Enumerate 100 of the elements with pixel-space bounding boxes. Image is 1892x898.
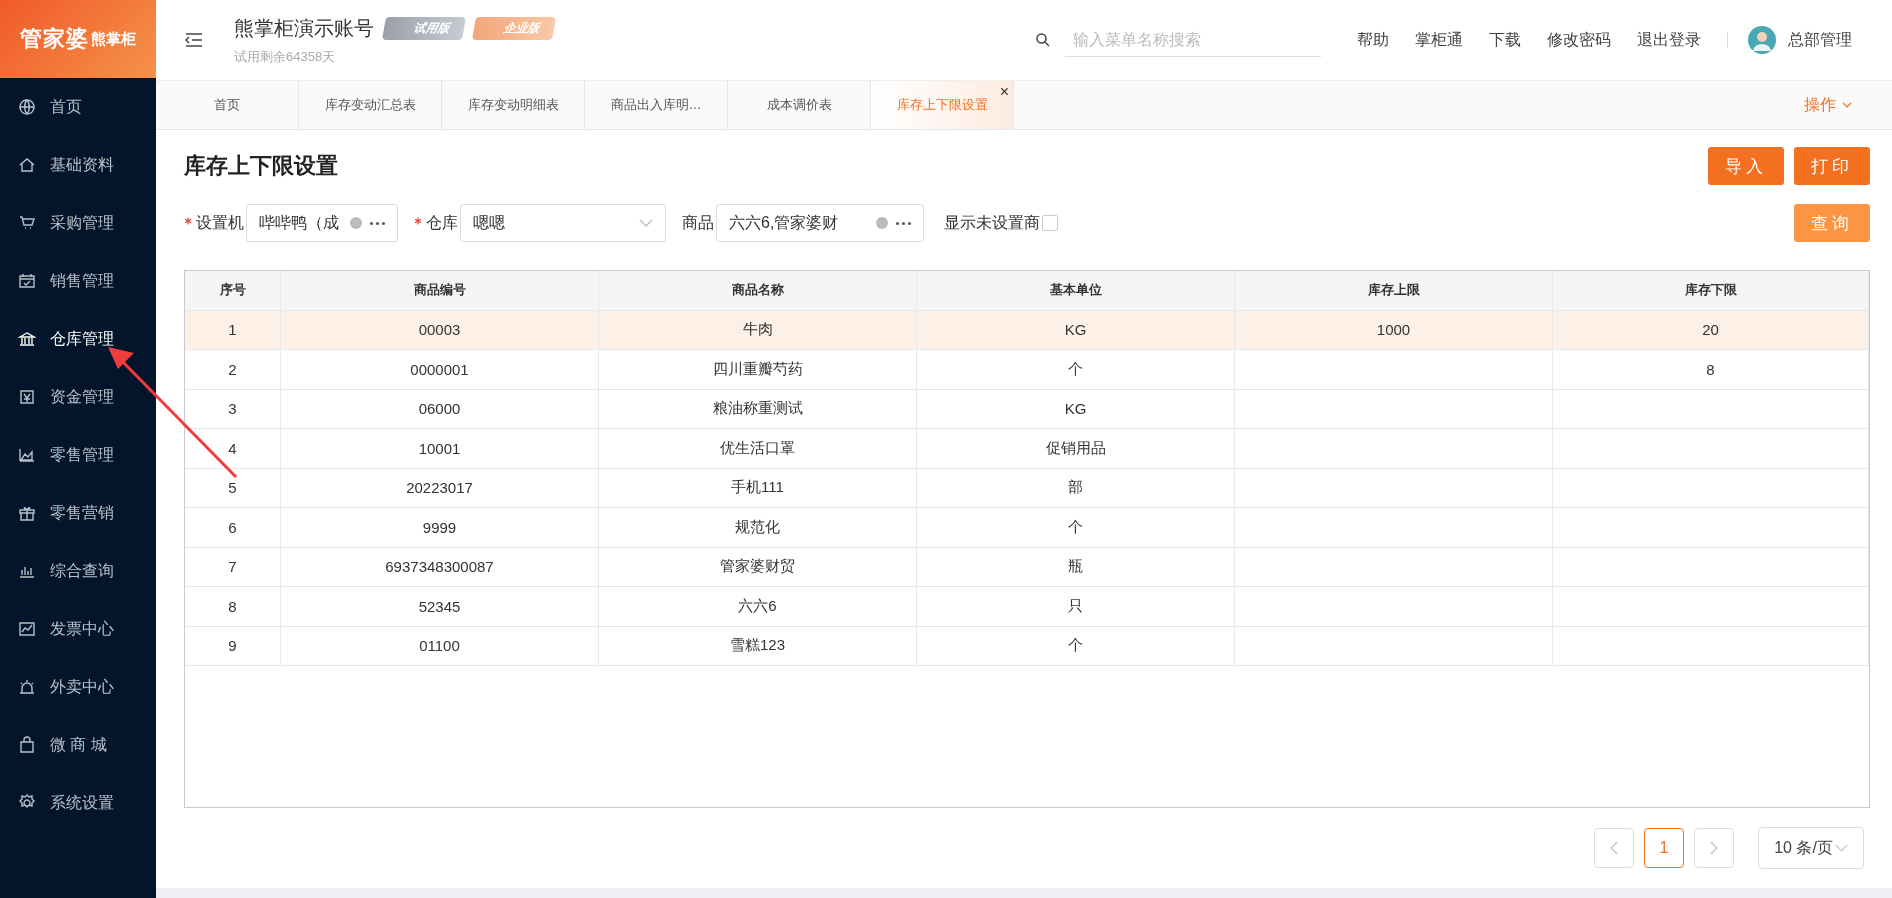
column-header: 序号 (185, 271, 281, 310)
table-cell: 1 (228, 321, 237, 339)
table-cell: 20223017 (406, 479, 473, 497)
table-cell: 7 (228, 558, 237, 576)
sidebar-item[interactable]: 资金管理 (0, 368, 156, 426)
logo-brand: 管家婆 (20, 25, 89, 53)
column-header: 库存上限 (1235, 271, 1553, 310)
table-cell: 管家婆财贸 (720, 557, 795, 577)
table-cell: 雪糕123 (730, 636, 785, 656)
sidebar-item[interactable]: 零售营销 (0, 484, 156, 542)
column-header: 商品编号 (281, 271, 599, 310)
table-row[interactable]: 4 10001 优生活口罩 促销用品 (185, 429, 1869, 469)
page-tab[interactable]: 商品出入库明… (585, 81, 728, 129)
sidebar-item[interactable]: 综合查询 (0, 542, 156, 600)
sidebar-item[interactable]: 外卖中心 (0, 658, 156, 716)
table-cell: 6937348300087 (385, 558, 494, 576)
avatar-icon[interactable] (1748, 26, 1776, 54)
header-link[interactable]: 修改密码 (1547, 29, 1611, 51)
line-chart-icon (18, 620, 36, 638)
page-tab[interactable]: 首页 (156, 81, 299, 129)
table-cell: 个 (1068, 359, 1083, 379)
table-cell: 粮油称重测试 (712, 399, 803, 419)
close-tab-button[interactable]: × (999, 83, 1009, 101)
column-header: 基本单位 (917, 271, 1235, 310)
column-header: 库存下限 (1553, 271, 1869, 310)
table-cell: 0000001 (410, 360, 469, 378)
table-cell: 手机111 (731, 478, 784, 498)
edition-badge: 企业版 (471, 16, 557, 40)
table-row[interactable]: 6 9999 规范化 个 (185, 508, 1869, 548)
table-cell: 部 (1068, 478, 1083, 498)
table-row[interactable]: 1 00003 牛肉 KG 1000 20 (185, 310, 1869, 350)
page-tab[interactable]: 库存变动汇总表 (299, 81, 442, 129)
table-cell: 8 (228, 597, 237, 615)
header-link[interactable]: 帮助 (1357, 29, 1389, 51)
header-link[interactable]: 退出登录 (1637, 29, 1701, 51)
table-cell: 1000 (1376, 321, 1411, 339)
header-link[interactable]: 掌柜通 (1415, 29, 1463, 51)
table-cell: 促销用品 (1045, 438, 1106, 458)
warehouse-dropdown[interactable]: 嗯嗯 (460, 204, 666, 242)
bank-icon (18, 330, 36, 348)
table-row[interactable]: 9 01100 雪糕123 个 (185, 626, 1869, 666)
clear-icon (876, 217, 888, 229)
table-row[interactable]: 3 06000 粮油称重测试 KG (185, 389, 1869, 429)
checkbox[interactable] (1042, 215, 1058, 231)
chevron-left-icon (1610, 841, 1618, 855)
calendar-icon (18, 272, 36, 290)
search-icon[interactable] (1035, 32, 1051, 48)
sidebar-item[interactable]: 仓库管理 (0, 310, 156, 368)
page-tab[interactable]: 库存上下限设置 × (871, 81, 1014, 129)
field-label: 商品 (682, 212, 714, 233)
field-label: 设置机 (184, 212, 244, 234)
page-size-dropdown[interactable]: 10 条/页 (1758, 827, 1864, 869)
table-cell: 9999 (422, 518, 457, 536)
chevron-down-icon (639, 219, 653, 227)
column-header: 商品名称 (599, 271, 917, 310)
product-field[interactable]: 六六6,管家婆财 (716, 204, 924, 242)
chevron-down-icon (1834, 844, 1848, 852)
table-cell: 牛肉 (742, 320, 773, 340)
gift-icon (18, 504, 36, 522)
table-cell: 4 (228, 439, 237, 457)
sidebar-item[interactable]: 零售管理 (0, 426, 156, 484)
table-cell: KG (1064, 321, 1087, 339)
table-cell: 四川重瓣芍药 (712, 359, 803, 379)
more-icon[interactable] (896, 221, 911, 225)
table-row[interactable]: 2 0000001 四川重瓣芍药 个 8 (185, 350, 1869, 390)
table-cell: 瓶 (1068, 557, 1083, 577)
bag-icon (18, 736, 36, 754)
chevron-right-icon (1710, 841, 1718, 855)
account-name: 熊掌柜演示账号 (234, 15, 374, 41)
table-cell: 只 (1068, 596, 1083, 616)
required-mark-icon (414, 217, 422, 226)
table-cell: 优生活口罩 (720, 438, 795, 458)
table-cell: KG (1064, 400, 1087, 418)
menu-icon[interactable] (184, 32, 204, 48)
table-cell: 20 (1702, 321, 1719, 339)
organization-field[interactable]: 哔哔鸭（成 (246, 204, 398, 242)
table-row[interactable]: 5 20223017 手机111 部 (185, 468, 1869, 508)
yen-icon (18, 388, 36, 406)
logo-subtitle: 熊掌柜 (91, 29, 136, 49)
area-chart-icon (18, 446, 36, 464)
sidebar-item[interactable]: 微 商 城 (0, 716, 156, 774)
table-cell: 5 (228, 479, 237, 497)
more-icon[interactable] (370, 221, 385, 225)
sidebar-item[interactable]: 销售管理 (0, 252, 156, 310)
table-row[interactable]: 7 6937348300087 管家婆财贸 瓶 (185, 547, 1869, 587)
user-name[interactable]: 总部管理 (1788, 29, 1852, 51)
cart-icon (18, 214, 36, 232)
header-link[interactable]: 下载 (1489, 29, 1521, 51)
field-label: 显示未设置商 (944, 212, 1040, 233)
sidebar-item[interactable]: 基础资料 (0, 136, 156, 194)
alarm-icon (18, 678, 36, 696)
chevron-down-icon (1842, 102, 1852, 108)
sidebar-item[interactable]: 系统设置 (0, 774, 156, 832)
sidebar-item[interactable]: 发票中心 (0, 600, 156, 658)
table-cell: 3 (228, 400, 237, 418)
page-tab[interactable]: 库存变动明细表 (442, 81, 585, 129)
table-row[interactable]: 8 52345 六六6 只 (185, 587, 1869, 627)
sidebar-item[interactable]: 首页 (0, 78, 156, 136)
table-cell: 2 (228, 360, 237, 378)
sidebar-item[interactable]: 采购管理 (0, 194, 156, 252)
